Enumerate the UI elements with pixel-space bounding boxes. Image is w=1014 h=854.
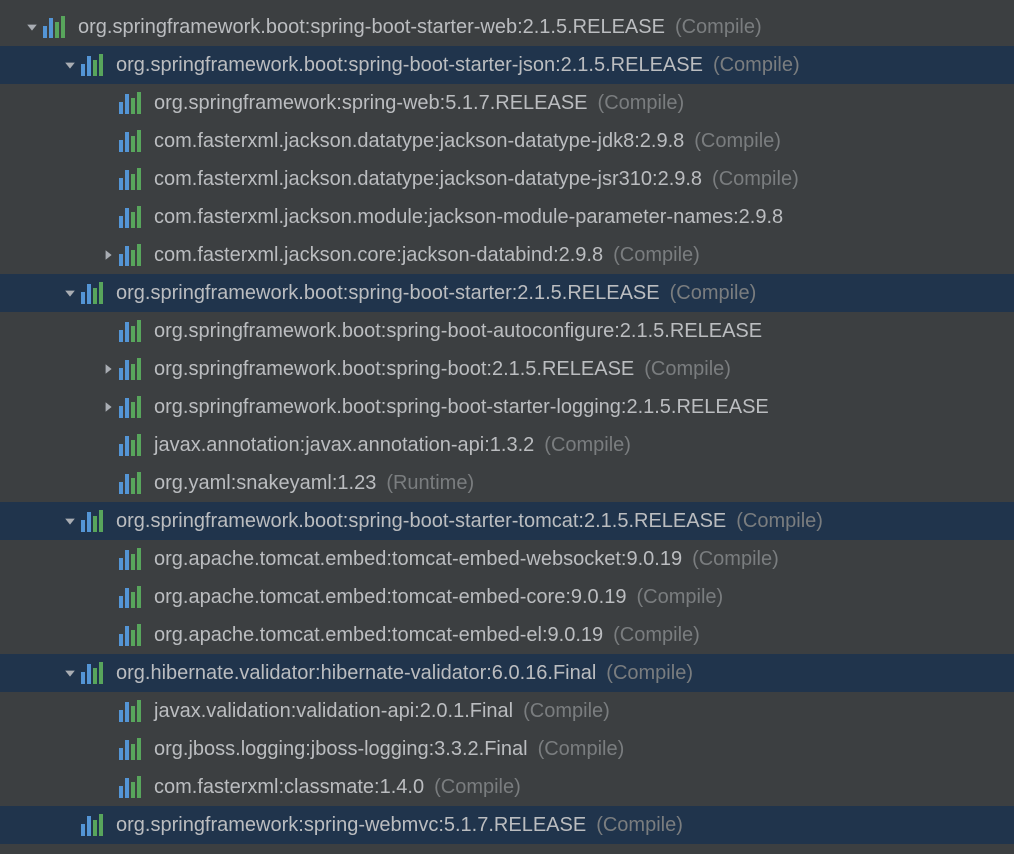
tree-expand-down-icon[interactable] — [60, 667, 80, 679]
dependency-scope: (Compile) — [434, 768, 521, 806]
dependency-scope: (Compile) — [644, 350, 731, 388]
library-icon — [118, 464, 146, 502]
tree-expand-right-icon[interactable] — [98, 249, 118, 261]
dependency-label: org.springframework.boot:spring-boot-sta… — [116, 502, 726, 540]
dependency-scope: (Compile) — [692, 540, 779, 578]
dependency-row[interactable]: com.fasterxml.jackson.datatype:jackson-d… — [0, 160, 1014, 198]
dependency-scope: (Compile) — [713, 46, 800, 84]
library-icon — [42, 8, 70, 46]
library-icon — [118, 578, 146, 616]
library-icon — [118, 160, 146, 198]
dependency-label: javax.annotation:javax.annotation-api:1.… — [154, 426, 534, 464]
dependency-scope: (Compile) — [694, 122, 781, 160]
dependency-label: org.apache.tomcat.embed:tomcat-embed-cor… — [154, 578, 626, 616]
dependency-row[interactable]: org.yaml:snakeyaml:1.23 (Runtime) — [0, 464, 1014, 502]
dependency-scope: (Compile) — [613, 616, 700, 654]
dependency-scope: (Compile) — [675, 8, 762, 46]
dependency-row[interactable]: org.springframework.boot:spring-boot-sta… — [0, 388, 1014, 426]
dependency-row[interactable]: org.apache.tomcat.embed:tomcat-embed-el:… — [0, 616, 1014, 654]
dependency-label: com.fasterxml.jackson.datatype:jackson-d… — [154, 122, 684, 160]
tree-expand-right-icon[interactable] — [98, 363, 118, 375]
dependency-scope: (Compile) — [606, 654, 693, 692]
library-icon — [80, 502, 108, 540]
dependency-label: org.springframework.boot:spring-boot:2.1… — [154, 350, 634, 388]
dependency-scope: (Compile) — [670, 274, 757, 312]
dependency-row[interactable]: com.fasterxml.jackson.core:jackson-datab… — [0, 236, 1014, 274]
dependency-row[interactable]: org.springframework.boot:spring-boot-sta… — [0, 8, 1014, 46]
dependency-row[interactable]: org.springframework.boot:spring-boot-sta… — [0, 502, 1014, 540]
dependency-scope: (Compile) — [598, 84, 685, 122]
dependency-row[interactable]: com.fasterxml.jackson.module:jackson-mod… — [0, 198, 1014, 236]
dependency-row[interactable]: javax.annotation:javax.annotation-api:1.… — [0, 426, 1014, 464]
dependency-label: org.springframework:spring-web:5.1.7.REL… — [154, 84, 588, 122]
dependency-row[interactable]: org.springframework.boot:spring-boot-aut… — [0, 312, 1014, 350]
library-icon — [80, 654, 108, 692]
dependency-label: javax.validation:validation-api:2.0.1.Fi… — [154, 692, 513, 730]
dependency-label: com.fasterxml.jackson.core:jackson-datab… — [154, 236, 603, 274]
dependency-label: com.fasterxml.jackson.module:jackson-mod… — [154, 198, 783, 236]
library-icon — [118, 312, 146, 350]
library-icon — [118, 388, 146, 426]
dependency-row[interactable]: org.springframework:spring-webmvc:5.1.7.… — [0, 806, 1014, 844]
tree-expand-down-icon[interactable] — [22, 21, 42, 33]
dependency-scope: (Compile) — [712, 160, 799, 198]
library-icon — [118, 426, 146, 464]
library-icon — [80, 46, 108, 84]
dependency-scope: (Compile) — [613, 236, 700, 274]
library-icon — [118, 236, 146, 274]
dependency-row[interactable]: javax.validation:validation-api:2.0.1.Fi… — [0, 692, 1014, 730]
dependency-label: org.jboss.logging:jboss-logging:3.3.2.Fi… — [154, 730, 528, 768]
library-icon — [118, 198, 146, 236]
dependency-row[interactable]: org.apache.tomcat.embed:tomcat-embed-web… — [0, 540, 1014, 578]
dependency-scope: (Compile) — [544, 426, 631, 464]
dependency-row[interactable]: org.hibernate.validator:hibernate-valida… — [0, 654, 1014, 692]
tree-expand-down-icon[interactable] — [60, 515, 80, 527]
library-icon — [118, 692, 146, 730]
dependency-scope: (Compile) — [636, 578, 723, 616]
dependency-row[interactable]: org.springframework.boot:spring-boot-sta… — [0, 274, 1014, 312]
dependency-row[interactable]: org.apache.tomcat.embed:tomcat-embed-cor… — [0, 578, 1014, 616]
dependency-scope: (Compile) — [523, 692, 610, 730]
tree-expand-down-icon[interactable] — [60, 59, 80, 71]
library-icon — [118, 768, 146, 806]
library-icon — [80, 806, 108, 844]
dependency-label: org.hibernate.validator:hibernate-valida… — [116, 654, 596, 692]
dependency-label: org.springframework.boot:spring-boot-sta… — [116, 46, 703, 84]
dependency-label: org.springframework.boot:spring-boot-sta… — [154, 388, 769, 426]
dependency-row[interactable]: com.fasterxml:classmate:1.4.0 (Compile) — [0, 768, 1014, 806]
dependency-row[interactable]: com.fasterxml.jackson.datatype:jackson-d… — [0, 122, 1014, 160]
dependency-label: org.apache.tomcat.embed:tomcat-embed-el:… — [154, 616, 603, 654]
dependency-scope: (Runtime) — [386, 464, 474, 502]
dependency-label: org.yaml:snakeyaml:1.23 — [154, 464, 376, 502]
library-icon — [118, 616, 146, 654]
dependency-label: org.springframework.boot:spring-boot-sta… — [116, 274, 660, 312]
dependency-row[interactable]: org.springframework.boot:spring-boot:2.1… — [0, 350, 1014, 388]
dependency-scope: (Compile) — [596, 806, 683, 844]
tree-expand-down-icon[interactable] — [60, 287, 80, 299]
library-icon — [118, 540, 146, 578]
dependency-label: com.fasterxml:classmate:1.4.0 — [154, 768, 424, 806]
dependency-scope: (Compile) — [736, 502, 823, 540]
dependency-row[interactable]: org.springframework.boot:spring-boot-sta… — [0, 46, 1014, 84]
dependency-scope: (Compile) — [538, 730, 625, 768]
dependency-label: org.springframework:spring-webmvc:5.1.7.… — [116, 806, 586, 844]
dependency-row[interactable]: org.jboss.logging:jboss-logging:3.3.2.Fi… — [0, 730, 1014, 768]
dependency-label: org.apache.tomcat.embed:tomcat-embed-web… — [154, 540, 682, 578]
dependency-label: org.springframework.boot:spring-boot-sta… — [78, 8, 665, 46]
dependency-tree: org.springframework.boot:spring-boot-sta… — [0, 0, 1014, 844]
library-icon — [118, 350, 146, 388]
dependency-label: com.fasterxml.jackson.datatype:jackson-d… — [154, 160, 702, 198]
library-icon — [118, 730, 146, 768]
library-icon — [118, 84, 146, 122]
dependency-label: org.springframework.boot:spring-boot-aut… — [154, 312, 762, 350]
library-icon — [118, 122, 146, 160]
library-icon — [80, 274, 108, 312]
tree-expand-right-icon[interactable] — [98, 401, 118, 413]
dependency-row[interactable]: org.springframework:spring-web:5.1.7.REL… — [0, 84, 1014, 122]
